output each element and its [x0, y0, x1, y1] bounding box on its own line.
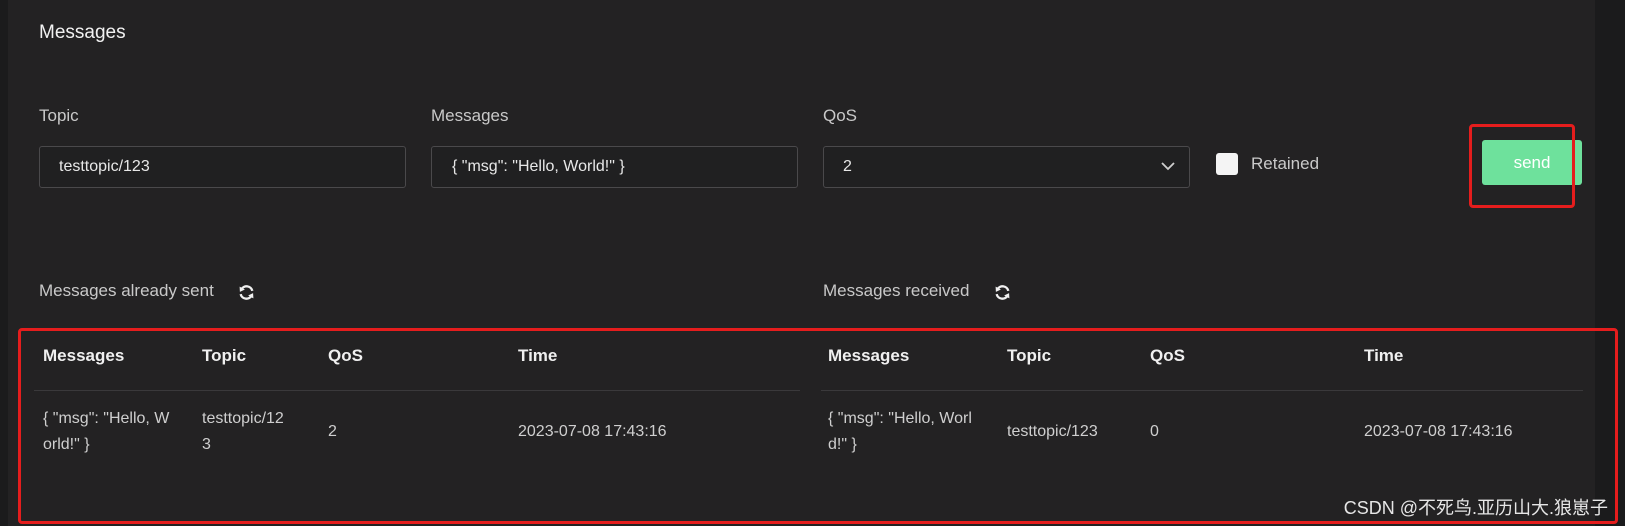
retained-checkbox[interactable]: [1216, 153, 1238, 175]
topic-input[interactable]: testtopic/123: [39, 146, 406, 188]
refresh-icon[interactable]: [994, 284, 1011, 301]
sent-col-messages: Messages: [43, 346, 125, 365]
sent-row-time: 2023-07-08 17:43:16: [518, 423, 667, 440]
sent-row-topic: testtopic/12 3: [202, 410, 284, 453]
received-col-topic: Topic: [1007, 346, 1052, 365]
sent-table-divider: [34, 390, 800, 391]
send-button[interactable]: send: [1482, 140, 1582, 185]
topic-input-value: testtopic/123: [59, 158, 150, 175]
sent-col-qos: QoS: [328, 346, 363, 365]
page-title: Messages: [39, 22, 126, 43]
sent-section-title: Messages already sent: [39, 281, 214, 300]
qos-select[interactable]: 2: [823, 146, 1190, 188]
topic-label: Topic: [39, 106, 79, 125]
sent-col-topic: Topic: [202, 346, 247, 365]
sent-row-qos: 2: [328, 423, 337, 440]
qos-select-value: 2: [843, 158, 852, 175]
chevron-down-icon: [1161, 162, 1175, 171]
received-col-messages: Messages: [828, 346, 910, 365]
watermark-text: CSDN @不死鸟.亚历山大.狼崽子: [1343, 498, 1608, 518]
received-row-time: 2023-07-08 17:43:16: [1364, 423, 1513, 440]
qos-label: QoS: [823, 106, 858, 125]
received-table-divider: [821, 390, 1583, 391]
messages-input[interactable]: { "msg": "Hello, World!" }: [431, 146, 798, 188]
sent-row-message: { "msg": "Hello, W orld!" }: [43, 410, 170, 453]
messages-panel: Messages Topic testtopic/123 Messages { …: [8, 0, 1595, 526]
received-row-qos: 0: [1150, 423, 1159, 440]
refresh-icon[interactable]: [238, 284, 255, 301]
messages-input-value: { "msg": "Hello, World!" }: [452, 158, 625, 175]
sent-col-time: Time: [518, 346, 558, 365]
retained-label: Retained: [1251, 154, 1320, 173]
received-col-time: Time: [1364, 346, 1404, 365]
received-row-topic: testtopic/123: [1007, 423, 1098, 440]
received-col-qos: QoS: [1150, 346, 1185, 365]
received-section-title: Messages received: [823, 281, 970, 300]
messages-label: Messages: [431, 106, 509, 125]
received-row-message: { "msg": "Hello, Worl d!" }: [828, 410, 972, 453]
